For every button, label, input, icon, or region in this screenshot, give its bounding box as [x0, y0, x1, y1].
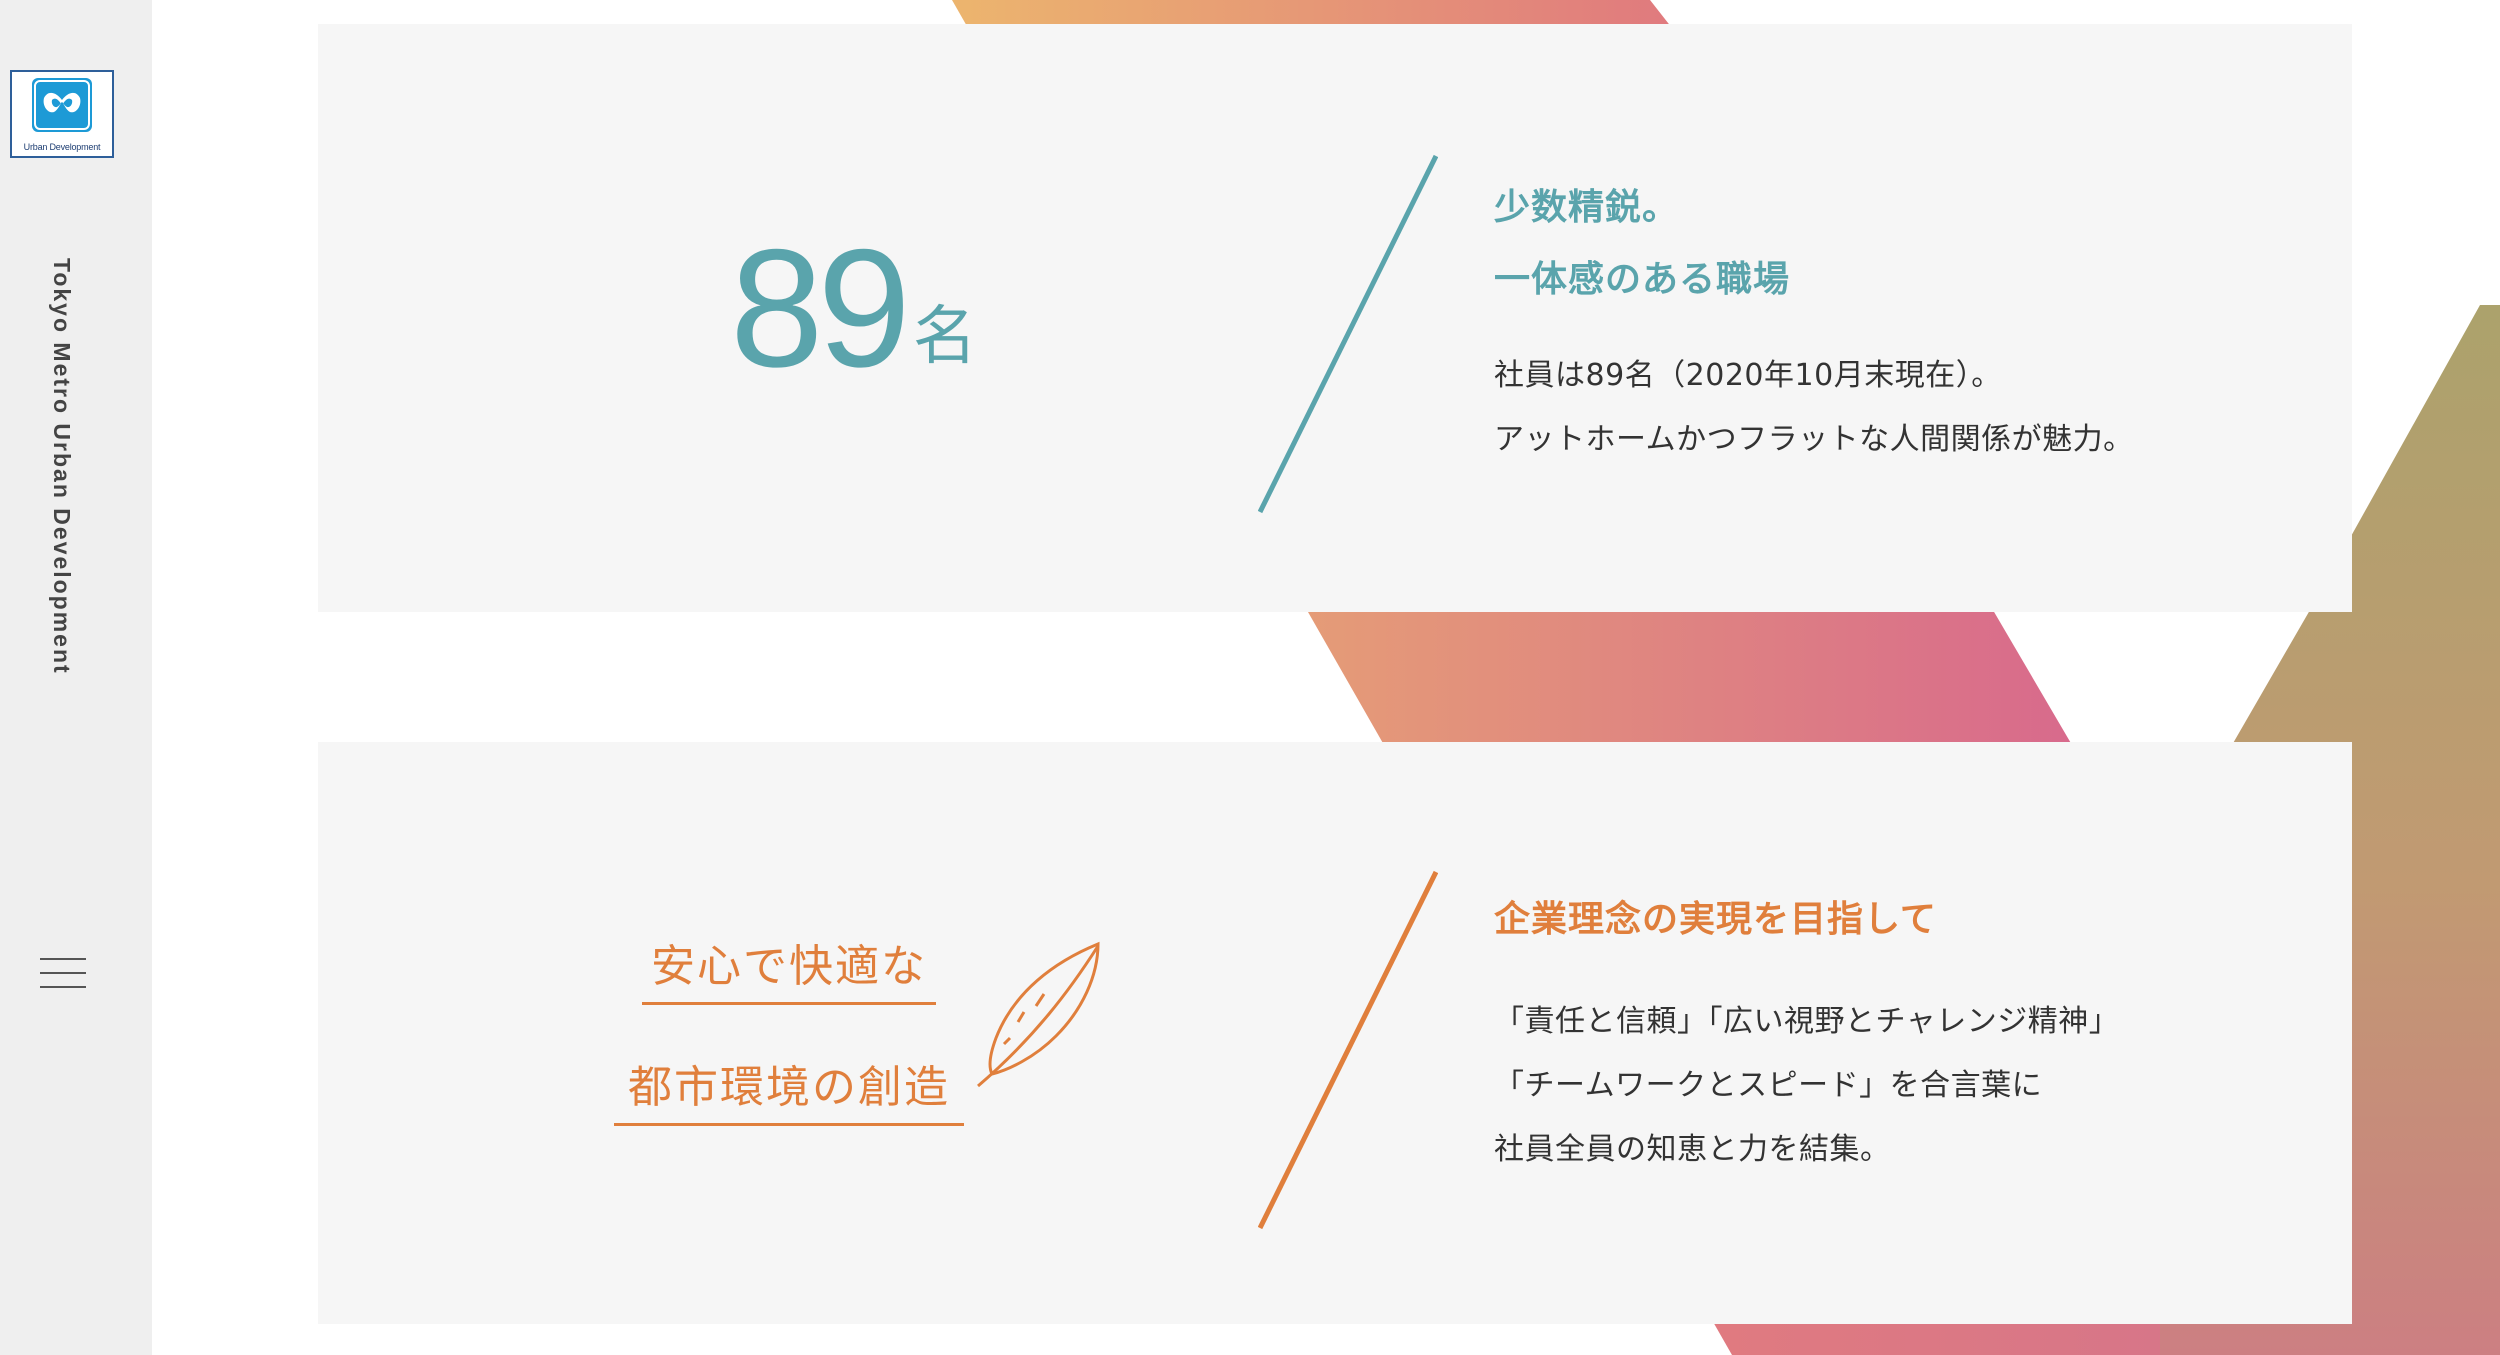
description-line: 社員は89名（2020年10月末現在）。 [1494, 358, 2002, 393]
sidebar: Urban Development Tokyo Metro Urban Deve… [0, 0, 152, 1355]
employee-count-number: 89 [730, 214, 911, 402]
card-description: 社員は89名（2020年10月末現在）。 アットホームかつフラットな人間関係が魅… [1494, 344, 2134, 472]
card-heading: 企業理念の実現を目指して [1494, 884, 1937, 956]
motto-line: 安心で快適な [642, 930, 936, 1005]
bottom-gradient-band [1712, 1320, 2160, 1355]
company-logo[interactable]: Urban Development [10, 70, 114, 158]
middle-gradient-band [1304, 605, 2072, 745]
description-line: 「責任と信頼」「広い視野とチャレンジ精神」 [1494, 1004, 2120, 1039]
metro-logo-icon [32, 78, 92, 132]
card-description: 「責任と信頼」「広い視野とチャレンジ精神」 「チームワークとスピード」を合言葉に… [1494, 990, 2119, 1182]
employee-count-card: 89 名 少数精鋭。 一体感のある職場 社員は89名（2020年10月末現在）。 … [318, 24, 2352, 612]
hamburger-menu-icon[interactable] [40, 958, 88, 992]
heading-line: 少数精鋭。 [1494, 187, 1680, 228]
heading-line: 企業理念の実現を目指して [1494, 899, 1937, 940]
employee-count: 89 名 [730, 224, 977, 392]
divider-slash [1258, 154, 1438, 514]
site-title-vertical: Tokyo Metro Urban Development [49, 258, 75, 675]
philosophy-card: 安心で快適な 都市環境の創造 企業理念の実現を目指して 「責任と信頼」「広い視野… [318, 742, 2352, 1324]
logo-caption: Urban Development [23, 142, 101, 152]
motto: 安心で快適な 都市環境の創造 [614, 930, 964, 1126]
divider-slash [1258, 870, 1438, 1230]
description-line: アットホームかつフラットな人間関係が魅力。 [1494, 422, 2134, 457]
motto-line: 都市環境の創造 [614, 1051, 964, 1126]
heading-line: 一体感のある職場 [1494, 259, 1791, 300]
feather-icon [977, 941, 1100, 1088]
description-line: 「チームワークとスピード」を合言葉に [1494, 1068, 2043, 1103]
employee-count-unit: 名 [912, 300, 977, 374]
description-line: 社員全員の知恵と力を結集。 [1494, 1132, 1891, 1167]
card-heading: 少数精鋭。 一体感のある職場 [1494, 172, 1790, 316]
